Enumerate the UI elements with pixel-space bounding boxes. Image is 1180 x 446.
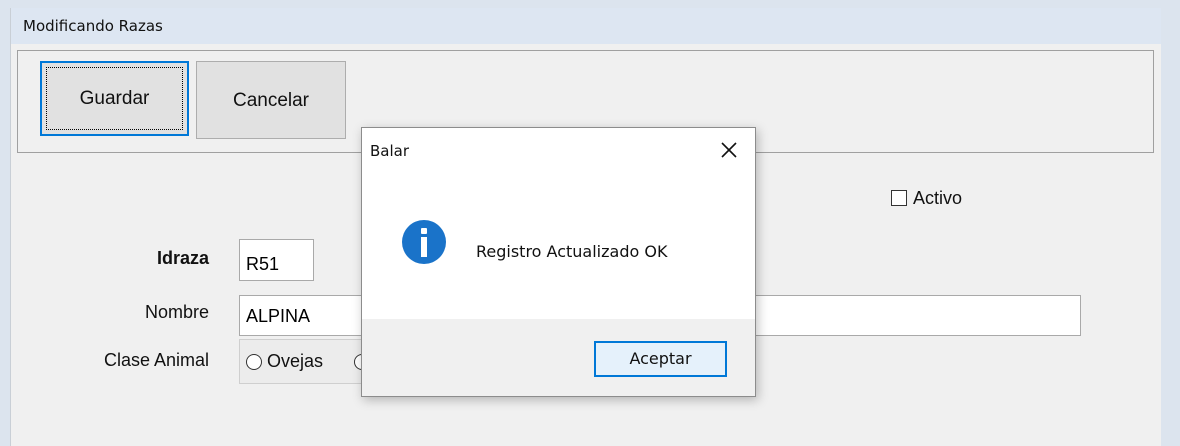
activo-label: Activo bbox=[913, 188, 963, 208]
save-button[interactable]: Guardar bbox=[40, 61, 189, 136]
clase-animal-group: Ovejas bbox=[239, 339, 370, 384]
focus-rect bbox=[46, 67, 183, 130]
clase-animal-label: Clase Animal bbox=[103, 350, 209, 370]
window-title: Modificando Razas bbox=[11, 8, 1161, 44]
nombre-label: Nombre bbox=[144, 302, 209, 322]
info-icon bbox=[402, 220, 446, 264]
radio-ovejas-label: Ovejas bbox=[267, 351, 324, 371]
accept-button[interactable]: Aceptar bbox=[594, 341, 727, 377]
idraza-field[interactable]: R51 bbox=[239, 239, 314, 281]
activo-checkbox[interactable] bbox=[891, 190, 907, 206]
radio-ovejas[interactable] bbox=[246, 354, 262, 370]
dialog-message: Registro Actualizado OK bbox=[476, 242, 668, 261]
message-dialog: Balar Registro Actualizado OK Aceptar bbox=[361, 127, 756, 397]
close-icon[interactable] bbox=[717, 138, 741, 162]
idraza-label: Idraza bbox=[156, 248, 209, 268]
dialog-title: Balar bbox=[370, 142, 410, 160]
cancel-button[interactable]: Cancelar bbox=[196, 61, 346, 139]
